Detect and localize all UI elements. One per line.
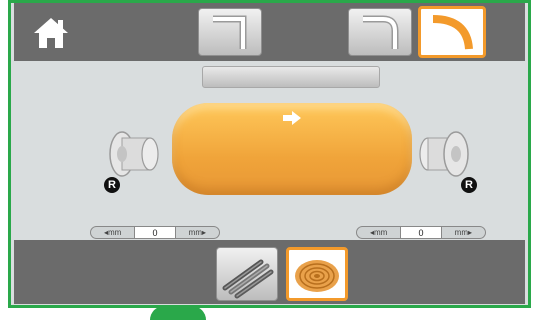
unit-label: mm bbox=[374, 228, 388, 237]
right-offset-gauge: ◂ mm 0 mm ▸ bbox=[356, 226, 486, 239]
roller-icon bbox=[109, 131, 159, 177]
left-gauge-right-unit: mm ▸ bbox=[176, 227, 219, 238]
right-gauge-left-unit: ◂ mm bbox=[357, 227, 400, 238]
square-corner-icon bbox=[213, 15, 247, 49]
left-offset-value-field[interactable]: 0 bbox=[134, 227, 176, 238]
info-display-bar bbox=[202, 66, 380, 88]
unit-label: mm bbox=[108, 228, 122, 237]
curved-corner-button[interactable] bbox=[418, 6, 486, 58]
flat-belts-icon bbox=[222, 259, 274, 299]
arrow-right-icon: ▸ bbox=[202, 228, 207, 237]
curved-corner-icon bbox=[432, 15, 473, 50]
home-button[interactable] bbox=[30, 14, 72, 52]
left-gauge-left-unit: ◂ mm bbox=[91, 227, 134, 238]
rounded-corner-icon bbox=[363, 15, 399, 49]
roller-icon bbox=[419, 131, 469, 177]
right-gauge-right-unit: mm ▸ bbox=[442, 227, 485, 238]
rolled-belt-icon bbox=[295, 260, 339, 292]
left-roller-reset-button[interactable]: R bbox=[104, 177, 120, 193]
rolled-belt-button[interactable] bbox=[286, 247, 348, 301]
flat-belts-button[interactable] bbox=[216, 247, 278, 301]
unit-label: mm bbox=[188, 228, 202, 237]
right-roller-reset-button[interactable]: R bbox=[461, 177, 477, 193]
rounded-corner-button[interactable] bbox=[348, 8, 412, 56]
right-roller[interactable] bbox=[418, 124, 470, 184]
left-roller[interactable] bbox=[108, 124, 160, 184]
unit-label: mm bbox=[454, 228, 468, 237]
right-offset-value-field[interactable]: 0 bbox=[400, 227, 442, 238]
panel-tab bbox=[150, 306, 206, 320]
home-icon bbox=[34, 18, 68, 48]
arrow-right-icon: ▸ bbox=[468, 228, 473, 237]
left-offset-gauge: ◂ mm 0 mm ▸ bbox=[90, 226, 220, 239]
square-corner-button[interactable] bbox=[198, 8, 262, 56]
direction-arrow-button[interactable] bbox=[282, 110, 302, 126]
arrow-right-icon bbox=[283, 111, 301, 125]
